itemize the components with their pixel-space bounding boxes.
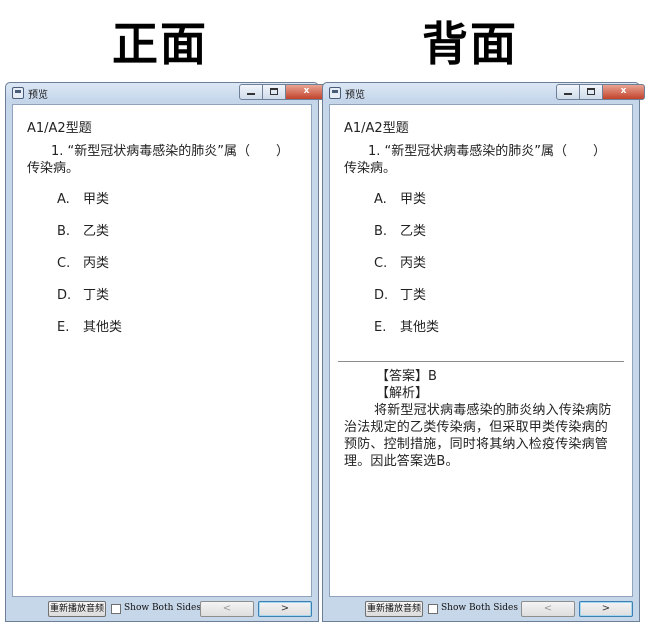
option-c: C. 丙类 <box>27 255 297 287</box>
maximize-button[interactable] <box>580 84 603 100</box>
option-letter: E. <box>57 320 70 335</box>
answer-divider <box>338 361 624 362</box>
answer-label: 【答案】B <box>376 369 437 384</box>
replay-audio-button[interactable]: 重新播放音频 <box>48 601 106 617</box>
preview-window-front: 预览 x A1/A2型题 1. “新型冠状病毒感染的肺炎”属（ ）传染病。 A.… <box>5 82 328 622</box>
option-letter: C. <box>57 256 71 271</box>
close-button[interactable]: x <box>603 84 645 100</box>
minimize-button[interactable] <box>239 84 263 100</box>
preview-window-back: 预览 x A1/A2型题 1. “新型冠状病毒感染的肺炎”属（ ）传染病。 A.… <box>322 82 645 622</box>
question-type: A1/A2型题 <box>27 121 92 136</box>
app-icon <box>329 87 341 99</box>
option-text: 乙类 <box>400 224 427 239</box>
option-text: 其他类 <box>83 320 123 335</box>
minimize-button[interactable] <box>556 84 580 100</box>
window-title: 预览 <box>345 90 365 101</box>
analysis-text: 将新型冠状病毒感染的肺炎纳入传染病防治法规定的乙类传染病，但采取甲类传染病的预防… <box>344 403 612 469</box>
maximize-button[interactable] <box>263 84 286 100</box>
option-letter: D. <box>57 288 72 303</box>
show-both-sides-label[interactable]: Show Both Sides <box>441 603 518 613</box>
option-d: D. 丁类 <box>27 287 297 319</box>
option-text: 丁类 <box>83 288 110 303</box>
title-bar[interactable]: 预览 x <box>6 83 328 103</box>
minimize-icon <box>564 93 572 95</box>
option-a: A. 甲类 <box>27 191 297 223</box>
question-stem: 1. “新型冠状病毒感染的肺炎”属（ ）传染病。 <box>344 144 607 176</box>
show-both-sides-label[interactable]: Show Both Sides <box>124 603 201 613</box>
back-side-title: 背面 <box>422 17 518 71</box>
previous-button[interactable]: < <box>200 601 254 617</box>
next-button[interactable]: > <box>258 601 312 617</box>
question-stem: 1. “新型冠状病毒感染的肺炎”属（ ）传染病。 <box>27 144 290 176</box>
question-type: A1/A2型题 <box>344 121 409 136</box>
window-title: 预览 <box>28 90 48 101</box>
show-both-sides-checkbox[interactable] <box>111 604 121 614</box>
option-text: 乙类 <box>83 224 110 239</box>
app-icon <box>12 87 24 99</box>
previous-button[interactable]: < <box>521 601 575 617</box>
front-side-title: 正面 <box>112 17 208 71</box>
card-content: A1/A2型题 1. “新型冠状病毒感染的肺炎”属（ ）传染病。 A. 甲类 B.… <box>329 104 633 597</box>
show-both-sides-checkbox[interactable] <box>428 604 438 614</box>
option-text: 甲类 <box>83 192 110 207</box>
option-text: 丁类 <box>400 288 427 303</box>
option-letter: A. <box>57 192 70 207</box>
option-letter: B. <box>374 224 388 239</box>
option-e: E. 其他类 <box>344 319 618 351</box>
option-text: 甲类 <box>400 192 427 207</box>
title-bar[interactable]: 预览 x <box>323 83 645 103</box>
maximize-icon <box>270 88 278 95</box>
card-content: A1/A2型题 1. “新型冠状病毒感染的肺炎”属（ ）传染病。 A. 甲类 B.… <box>12 104 312 597</box>
close-icon: x <box>303 86 310 96</box>
footer-bar: 重新播放音频 Show Both Sides < > <box>12 600 312 618</box>
option-letter: C. <box>374 256 388 271</box>
replay-audio-button[interactable]: 重新播放音频 <box>365 601 423 617</box>
option-a: A. 甲类 <box>344 191 618 223</box>
option-letter: B. <box>57 224 71 239</box>
option-b: B. 乙类 <box>27 223 297 255</box>
next-button[interactable]: > <box>579 601 633 617</box>
option-text: 丙类 <box>83 256 110 271</box>
option-letter: D. <box>374 288 389 303</box>
option-letter: E. <box>374 320 387 335</box>
minimize-icon <box>247 93 255 95</box>
option-text: 丙类 <box>400 256 427 271</box>
close-icon: x <box>620 86 627 96</box>
analysis-label: 【解析】 <box>376 386 429 401</box>
option-text: 其他类 <box>400 320 440 335</box>
option-e: E. 其他类 <box>27 319 297 351</box>
footer-bar: 重新播放音频 Show Both Sides < > <box>329 600 633 618</box>
option-b: B. 乙类 <box>344 223 618 255</box>
maximize-icon <box>587 88 595 95</box>
option-c: C. 丙类 <box>344 255 618 287</box>
option-d: D. 丁类 <box>344 287 618 319</box>
option-letter: A. <box>374 192 387 207</box>
